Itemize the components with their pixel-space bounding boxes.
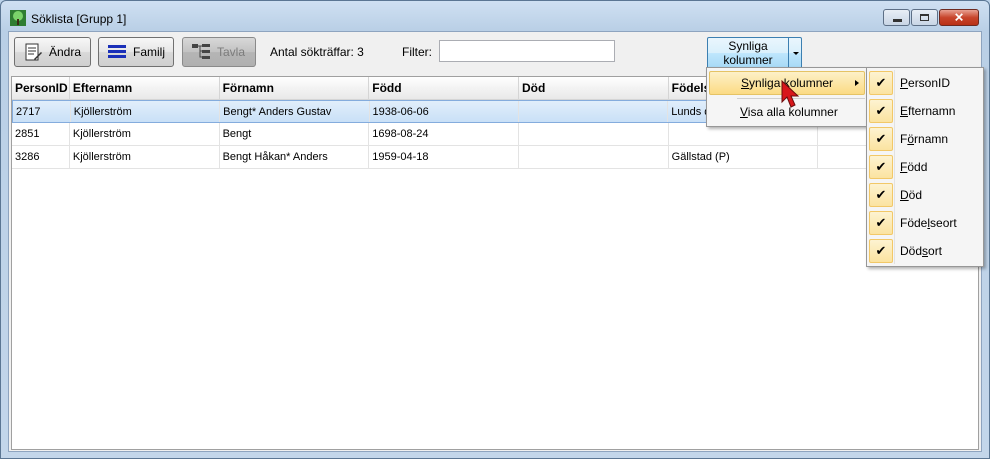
cell-dod — [519, 123, 669, 145]
submenu-item-label: Född — [900, 160, 928, 174]
family-list-icon — [108, 45, 126, 58]
cell-efternamn: Kjöllerström — [71, 101, 221, 122]
check-icon: ✔ — [869, 71, 893, 95]
table-row[interactable]: 3286 Kjöllerström Bengt Håkan* Anders 19… — [12, 146, 978, 169]
edit-document-icon — [25, 43, 42, 61]
cell-dod — [519, 146, 669, 168]
column-header-fodd[interactable]: Född — [369, 77, 519, 99]
tavla-button[interactable]: Tavla — [182, 37, 256, 67]
submenu-item-label: Födelseort — [900, 216, 957, 230]
submenu-item-label: Död — [900, 188, 923, 202]
submenu-item-fornamn[interactable]: ✔ Förnamn — [869, 126, 981, 152]
check-icon: ✔ — [869, 155, 893, 179]
chevron-down-icon — [793, 52, 799, 55]
check-icon: ✔ — [869, 239, 893, 263]
close-icon: ✕ — [953, 10, 965, 24]
cell-fornamn: Bengt — [220, 123, 370, 145]
submenu-item-fodelseort[interactable]: ✔ Födelseort — [869, 210, 981, 236]
title-bar[interactable]: Söklista [Grupp 1] ✕ — [1, 1, 989, 31]
window-title: Söklista [Grupp 1] — [31, 12, 127, 26]
cell-fodd: 1959-04-18 — [369, 146, 519, 168]
cell-efternamn: Kjöllerström — [70, 146, 220, 168]
cell-efternamn: Kjöllerström — [70, 123, 220, 145]
submenu-item-label: PersonID — [900, 76, 951, 90]
andra-label: Ändra — [49, 45, 82, 59]
column-visibility-submenu: ✔ PersonID ✔ Efternamn ✔ Förnamn ✔ Född … — [866, 67, 984, 267]
visible-columns-button[interactable]: Synliga kolumner — [708, 38, 788, 69]
column-header-efternamn[interactable]: Efternamn — [70, 77, 220, 99]
submenu-item-label: Förnamn — [900, 132, 949, 146]
check-icon: ✔ — [869, 127, 893, 151]
cell-fornamn: Bengt Håkan* Anders — [220, 146, 370, 168]
minimize-button[interactable] — [883, 9, 910, 26]
cell-dod — [519, 101, 669, 122]
submenu-item-fodd[interactable]: ✔ Född — [869, 154, 981, 180]
submenu-item-personid[interactable]: ✔ PersonID — [869, 70, 981, 96]
caption-buttons: ✕ — [882, 9, 979, 26]
cell-fodd: 1698-08-24 — [369, 123, 519, 145]
visible-columns-label-line2: kolumner — [723, 53, 773, 67]
familj-button[interactable]: Familj — [98, 37, 174, 67]
maximize-button[interactable] — [911, 9, 938, 26]
tree-icon — [10, 10, 26, 26]
filter-label: Filter: — [402, 45, 432, 59]
submenu-item-label: Efternamn — [900, 104, 956, 118]
check-icon: ✔ — [869, 211, 893, 235]
check-icon: ✔ — [869, 99, 893, 123]
column-header-dod[interactable]: Död — [519, 77, 669, 99]
visible-columns-split-button[interactable]: Synliga kolumner — [707, 37, 802, 69]
minimize-icon — [893, 19, 902, 22]
visible-columns-label-line1: Synliga — [728, 39, 768, 53]
submenu-item-efternamn[interactable]: ✔ Efternamn — [869, 98, 981, 124]
close-button[interactable]: ✕ — [939, 9, 979, 26]
cell-fodelseort: Gällstad (P) — [669, 146, 819, 168]
hit-count: Antal sökträffar: 3 — [270, 45, 364, 59]
familj-label: Familj — [133, 45, 165, 59]
submenu-item-dodsort[interactable]: ✔ Dödsort — [869, 238, 981, 264]
mouse-cursor-icon — [781, 80, 800, 108]
filter-input[interactable] — [439, 40, 615, 62]
column-header-personid[interactable]: PersonID — [12, 77, 70, 99]
submenu-item-label: Dödsort — [900, 244, 943, 258]
cell-personid: 3286 — [12, 146, 70, 168]
visible-columns-dropdown-arrow[interactable] — [788, 38, 802, 68]
submenu-arrow-icon — [855, 80, 859, 86]
cell-fodd: 1938-06-06 — [370, 101, 519, 122]
maximize-icon — [920, 14, 929, 21]
results-grid: PersonID Efternamn Förnamn Född Död Föde… — [11, 76, 979, 450]
cell-personid: 2717 — [13, 101, 71, 122]
check-icon: ✔ — [869, 183, 893, 207]
cell-fornamn: Bengt* Anders Gustav — [220, 101, 370, 122]
tree-chart-icon — [192, 44, 210, 59]
cell-personid: 2851 — [12, 123, 70, 145]
tavla-label: Tavla — [217, 45, 246, 59]
andra-button[interactable]: Ändra — [14, 37, 91, 67]
column-header-fornamn[interactable]: Förnamn — [220, 77, 370, 99]
submenu-item-dod[interactable]: ✔ Död — [869, 182, 981, 208]
